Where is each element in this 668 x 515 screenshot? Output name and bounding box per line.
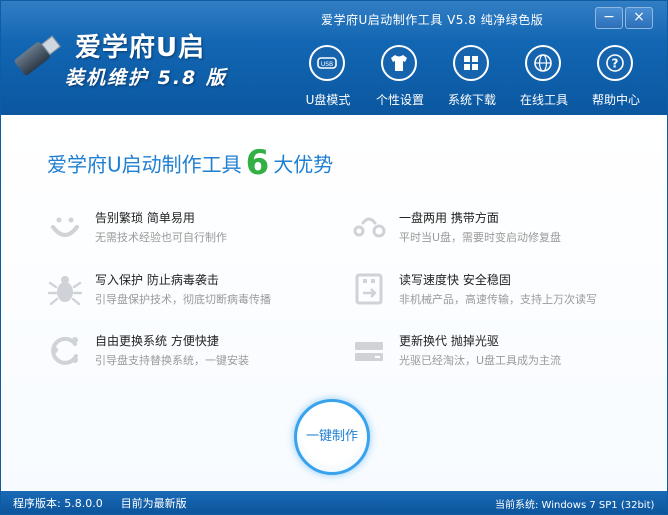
nav-label-help-center: 帮助中心	[591, 93, 640, 107]
refresh-icon	[51, 336, 78, 365]
shirt-icon	[381, 45, 417, 81]
headline-number: 6	[245, 143, 270, 183]
nav-label-personal-settings: 个性设置	[375, 93, 424, 107]
one-click-make-button[interactable]: 一键制作	[294, 399, 370, 475]
bug-icon	[47, 276, 83, 306]
feature-title: 一盘两用 携带方面	[399, 211, 499, 225]
feature-dual-use: 一盘两用 携带方面 平时当U盘，需要时变启动修复盘	[351, 207, 651, 251]
headline-text: 爱学府U启动制作工具	[47, 152, 242, 177]
svg-text:?: ?	[612, 57, 619, 71]
feature-desc: 光驱已经淘汰，U盘工具成为主流	[399, 354, 562, 367]
brand-name: 爱学府U启	[75, 33, 206, 63]
feature-desc: 无需技术经验也可自行制作	[95, 231, 227, 244]
header-bar: 爱学府U启动制作工具 V5.8 纯净绿色版 − × 爱学府U启 装机维护 5.8…	[1, 1, 667, 115]
usb-icon: USB	[309, 45, 345, 81]
help-icon: ?	[597, 45, 633, 81]
version-info: 程序版本: 5.8.0.0 目前为最新版	[13, 495, 187, 511]
globe-icon	[525, 45, 561, 81]
toggle-icon	[353, 217, 386, 238]
disc-drive-icon	[355, 342, 383, 361]
top-nav: USB U盘模式 个性设置 系统下载 在线工具 ? 帮助中心	[293, 45, 653, 109]
window-title: 爱学府U启动制作工具 V5.8 纯净绿色版	[321, 13, 544, 27]
feature-title: 读写速度快 安全稳固	[399, 273, 511, 287]
current-system: 当前系统: Windows 7 SP1 (32bit)	[495, 500, 655, 511]
feature-desc: 非机械产品，高速传输，支持上万次读写	[399, 293, 597, 306]
nav-item-system-download[interactable]: 系统下载	[437, 45, 507, 109]
feature-title: 自由更换系统 方便快捷	[95, 334, 219, 348]
feature-desc: 引导盘支持替换系统，一键安装	[95, 354, 249, 367]
one-click-make-label: 一键制作	[305, 429, 358, 444]
feature-title: 写入保护 防止病毒袭击	[95, 273, 219, 287]
app-window: 爱学府U启动制作工具 V5.8 纯净绿色版 − × 爱学府U启 装机维护 5.8…	[0, 0, 668, 515]
close-button[interactable]: ×	[625, 7, 653, 29]
nav-label-system-download: 系统下载	[447, 93, 496, 107]
brand-logo: 爱学府U启 装机维护 5.8 版	[9, 19, 239, 105]
nav-label-online-tools: 在线工具	[519, 93, 568, 107]
svg-text:USB: USB	[321, 61, 333, 68]
feature-write-protect: 写入保护 防止病毒袭击 引导盘保护技术，彻底切断病毒传播	[47, 269, 347, 313]
nav-item-online-tools[interactable]: 在线工具	[509, 45, 579, 109]
version-label: 程序版本: 5.8.0.0	[13, 497, 103, 510]
brand-subtitle: 装机维护 5.8 版	[65, 67, 227, 89]
feature-title: 更新换代 抛掉光驱	[399, 334, 499, 348]
windows-icon	[453, 45, 489, 81]
feature-drop-optical-drive: 更新换代 抛掉光驱 光驱已经淘汰，U盘工具成为主流	[351, 330, 651, 374]
headline: 爱学府U启动制作工具 6 大优势	[47, 143, 333, 183]
status-bar: 程序版本: 5.8.0.0 目前为最新版 当前系统: Windows 7 SP1 …	[1, 491, 667, 514]
main-content: 爱学府U启动制作工具 6 大优势 告别繁琐 简单易用 无需技术经验也可自行制作 写入…	[1, 115, 667, 491]
usb-stick-icon	[13, 34, 61, 77]
smile-icon	[51, 217, 79, 237]
usb-drive-icon	[355, 273, 383, 305]
nav-item-help-center[interactable]: ? 帮助中心	[581, 45, 651, 109]
feature-easy-to-use: 告别繁琐 简单易用 无需技术经验也可自行制作	[47, 207, 347, 251]
update-status: 目前为最新版	[120, 497, 187, 510]
feature-title: 告别繁琐 简单易用	[95, 211, 195, 225]
feature-desc: 引导盘保护技术，彻底切断病毒传播	[95, 293, 271, 306]
nav-item-personal-settings[interactable]: 个性设置	[365, 45, 435, 109]
feature-fast-rw: 读写速度快 安全稳固 非机械产品，高速传输，支持上万次读写	[351, 269, 651, 313]
feature-desc: 平时当U盘，需要时变启动修复盘	[399, 231, 562, 244]
feature-swap-system: 自由更换系统 方便快捷 引导盘支持替换系统，一键安装	[47, 330, 347, 374]
nav-item-usb-mode[interactable]: USB U盘模式	[293, 45, 363, 109]
headline-suffix: 大优势	[273, 152, 334, 177]
minimize-button[interactable]: −	[595, 7, 623, 29]
nav-label-usb-mode: U盘模式	[305, 93, 351, 107]
